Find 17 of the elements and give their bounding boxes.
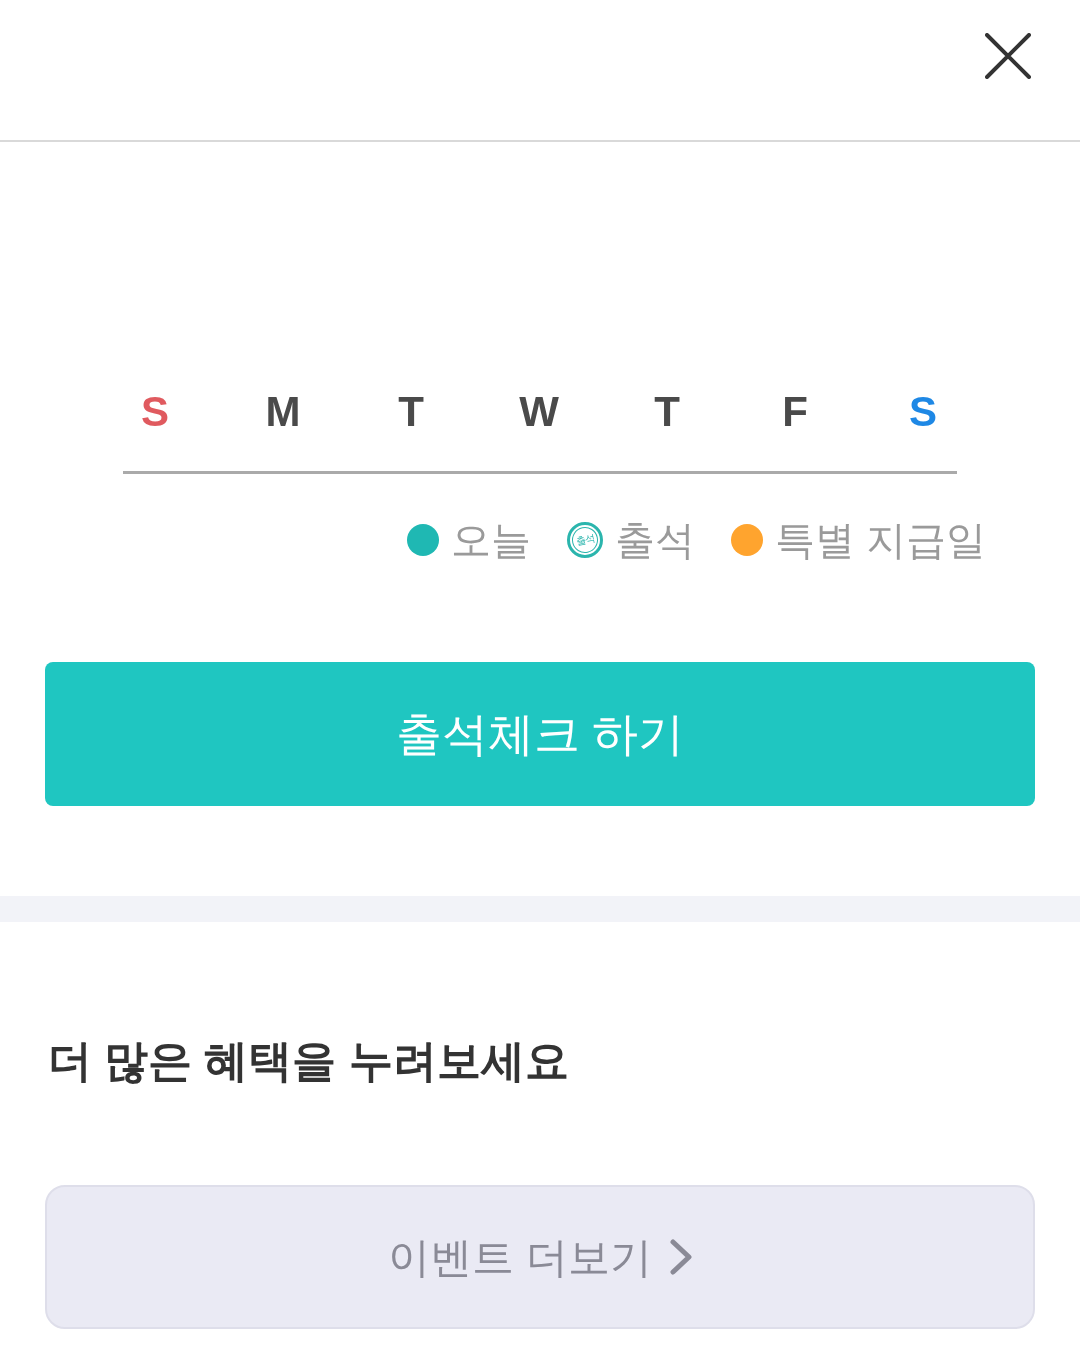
legend-label: 오늘 [450,517,531,564]
weekday-label: F [782,387,808,437]
attendance-check-button[interactable]: 출석체크 하기 [45,662,1035,806]
chevron-right-icon [669,1239,692,1275]
close-icon [985,33,1031,79]
weekday-label: S [141,387,169,437]
more-events-button[interactable]: 이벤트 더보기 [45,1185,1035,1329]
stamp-icon: 출석 [566,522,603,558]
weekday-label: W [519,387,559,437]
close-button[interactable] [982,30,1034,82]
weekday-label: T [398,387,424,437]
weekday-label: T [654,387,680,437]
weekday-label: M [265,387,301,437]
legend-label: 특별 지급일 [774,517,986,564]
section-title: 더 많은 혜택을 누려보세요 [47,1035,570,1087]
legend-label: 출석 [614,517,695,564]
weekday-label: S [909,387,937,437]
